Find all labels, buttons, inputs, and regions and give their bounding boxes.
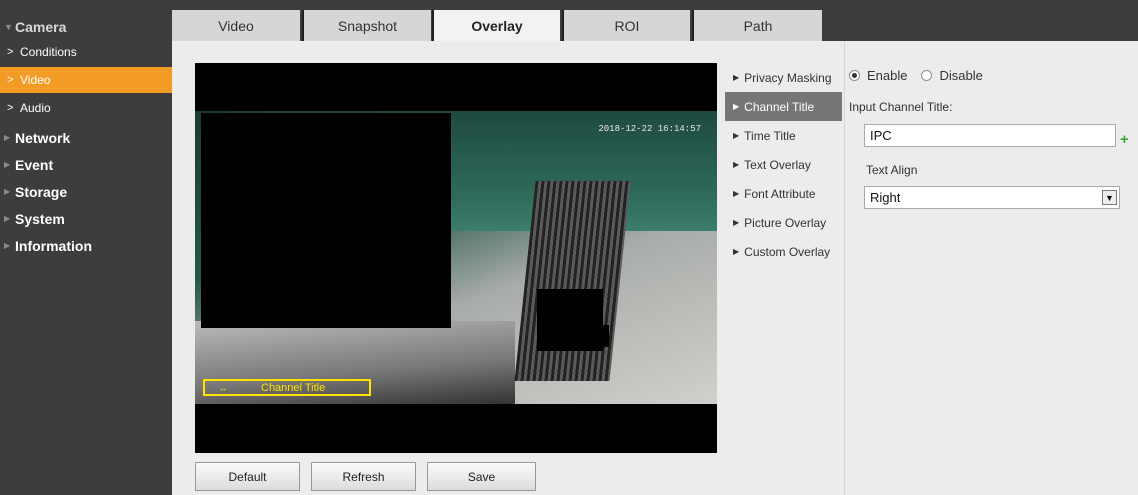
sidebar-item-conditions[interactable]: > Conditions xyxy=(0,40,172,64)
caret-right-icon: ▶ xyxy=(4,214,11,223)
sidebar-section-label: System xyxy=(15,210,65,227)
submenu-label: Time Title xyxy=(744,128,796,143)
sidebar-item-audio[interactable]: > Audio xyxy=(0,96,172,120)
privacy-mask xyxy=(201,113,451,328)
sidebar-section-label: Information xyxy=(15,237,92,254)
sidebar-item-label: Audio xyxy=(20,101,51,115)
scene-rack xyxy=(514,181,631,381)
enable-radio-group: Enable Disable xyxy=(849,63,983,87)
play-icon: ▶ xyxy=(733,218,740,227)
sidebar-section-network[interactable]: ▶ Network xyxy=(0,124,172,151)
tab-overlay[interactable]: Overlay xyxy=(432,10,560,41)
caret-right-icon: ▶ xyxy=(4,160,11,169)
sidebar-section-label: Network xyxy=(15,129,71,146)
add-icon[interactable]: + xyxy=(1120,131,1129,148)
tab-roi[interactable]: ROI xyxy=(562,10,690,41)
chevron-right-icon: > xyxy=(7,74,14,86)
sidebar-section-label: Camera xyxy=(15,19,67,35)
tab-bar: Video Snapshot Overlay ROI Path xyxy=(172,0,1138,41)
submenu-label: Channel Title xyxy=(744,99,815,114)
dropdown-arrow-icon: ▼ xyxy=(1102,190,1117,205)
enable-radio[interactable] xyxy=(849,69,860,81)
disable-label: Disable xyxy=(939,67,983,83)
sidebar-section-information[interactable]: ▶ Information xyxy=(0,232,172,259)
video-preview[interactable]: 2018-12-22 16:14:57 ↔ Channel Title xyxy=(195,63,717,453)
submenu-time-title[interactable]: ▶ Time Title xyxy=(725,121,842,150)
sidebar-section-storage[interactable]: ▶ Storage xyxy=(0,178,172,205)
submenu-label: Text Overlay xyxy=(744,157,811,172)
sidebar: ▼ Camera > Conditions > Video > Audio ▶ … xyxy=(0,0,172,495)
play-icon: ▶ xyxy=(733,102,740,111)
drag-handle-icon: ↔ xyxy=(218,382,228,393)
submenu-label: Font Attribute xyxy=(744,186,816,201)
sidebar-section-event[interactable]: ▶ Event xyxy=(0,151,172,178)
chevron-right-icon: > xyxy=(7,102,14,114)
play-icon: ▶ xyxy=(733,131,740,140)
overlay-submenu: ▶ Privacy Masking ▶ Channel Title ▶ Time Ti… xyxy=(725,63,842,266)
sidebar-item-video[interactable]: > Video xyxy=(0,67,172,93)
submenu-channel-title[interactable]: ▶ Channel Title xyxy=(725,92,842,121)
input-channel-title-label: Input Channel Title: xyxy=(849,100,953,114)
save-button[interactable]: Save xyxy=(427,462,536,491)
sidebar-item-label: Conditions xyxy=(20,45,77,59)
sidebar-section-system[interactable]: ▶ System xyxy=(0,205,172,232)
caret-right-icon: ▶ xyxy=(4,187,11,196)
tab-video[interactable]: Video xyxy=(172,10,300,41)
play-icon: ▶ xyxy=(733,73,740,82)
submenu-label: Picture Overlay xyxy=(744,215,827,230)
sidebar-section-label: Storage xyxy=(15,183,68,200)
channel-title-osd-text: Channel Title xyxy=(261,381,326,394)
sidebar-section-camera[interactable]: ▼ Camera xyxy=(0,16,172,38)
chevron-right-icon: > xyxy=(7,46,14,58)
play-icon: ▶ xyxy=(733,160,740,169)
content-area: 2018-12-22 16:14:57 ↔ Channel Title Defa… xyxy=(172,41,1138,495)
channel-title-osd[interactable]: ↔ Channel Title xyxy=(203,379,371,396)
submenu-privacy-masking[interactable]: ▶ Privacy Masking xyxy=(725,63,842,92)
tab-path[interactable]: Path xyxy=(692,10,822,41)
panel-divider xyxy=(844,41,845,495)
channel-title-input[interactable]: IPC xyxy=(864,124,1116,147)
caret-down-icon: ▼ xyxy=(4,22,13,32)
text-align-select[interactable]: Right ▼ xyxy=(864,186,1120,209)
play-icon: ▶ xyxy=(733,247,740,256)
enable-label: Enable xyxy=(867,67,908,83)
caret-right-icon: ▶ xyxy=(4,133,11,142)
play-icon: ▶ xyxy=(733,189,740,198)
submenu-text-overlay[interactable]: ▶ Text Overlay xyxy=(725,150,842,179)
submenu-custom-overlay[interactable]: ▶ Custom Overlay xyxy=(725,237,842,266)
submenu-picture-overlay[interactable]: ▶ Picture Overlay xyxy=(725,208,842,237)
default-button[interactable]: Default xyxy=(195,462,300,491)
text-align-value: Right xyxy=(870,190,901,205)
submenu-font-attribute[interactable]: ▶ Font Attribute xyxy=(725,179,842,208)
tab-snapshot[interactable]: Snapshot xyxy=(302,10,431,41)
privacy-mask xyxy=(577,325,609,347)
submenu-label: Custom Overlay xyxy=(744,244,831,259)
text-align-label: Text Align xyxy=(866,163,918,177)
sidebar-item-label: Video xyxy=(20,73,51,87)
submenu-label: Privacy Masking xyxy=(744,70,832,85)
sidebar-section-label: Event xyxy=(15,156,54,173)
caret-right-icon: ▶ xyxy=(4,241,11,250)
refresh-button[interactable]: Refresh xyxy=(311,462,416,491)
disable-radio[interactable] xyxy=(921,69,933,81)
time-title-osd: 2018-12-22 16:14:57 xyxy=(598,124,701,134)
